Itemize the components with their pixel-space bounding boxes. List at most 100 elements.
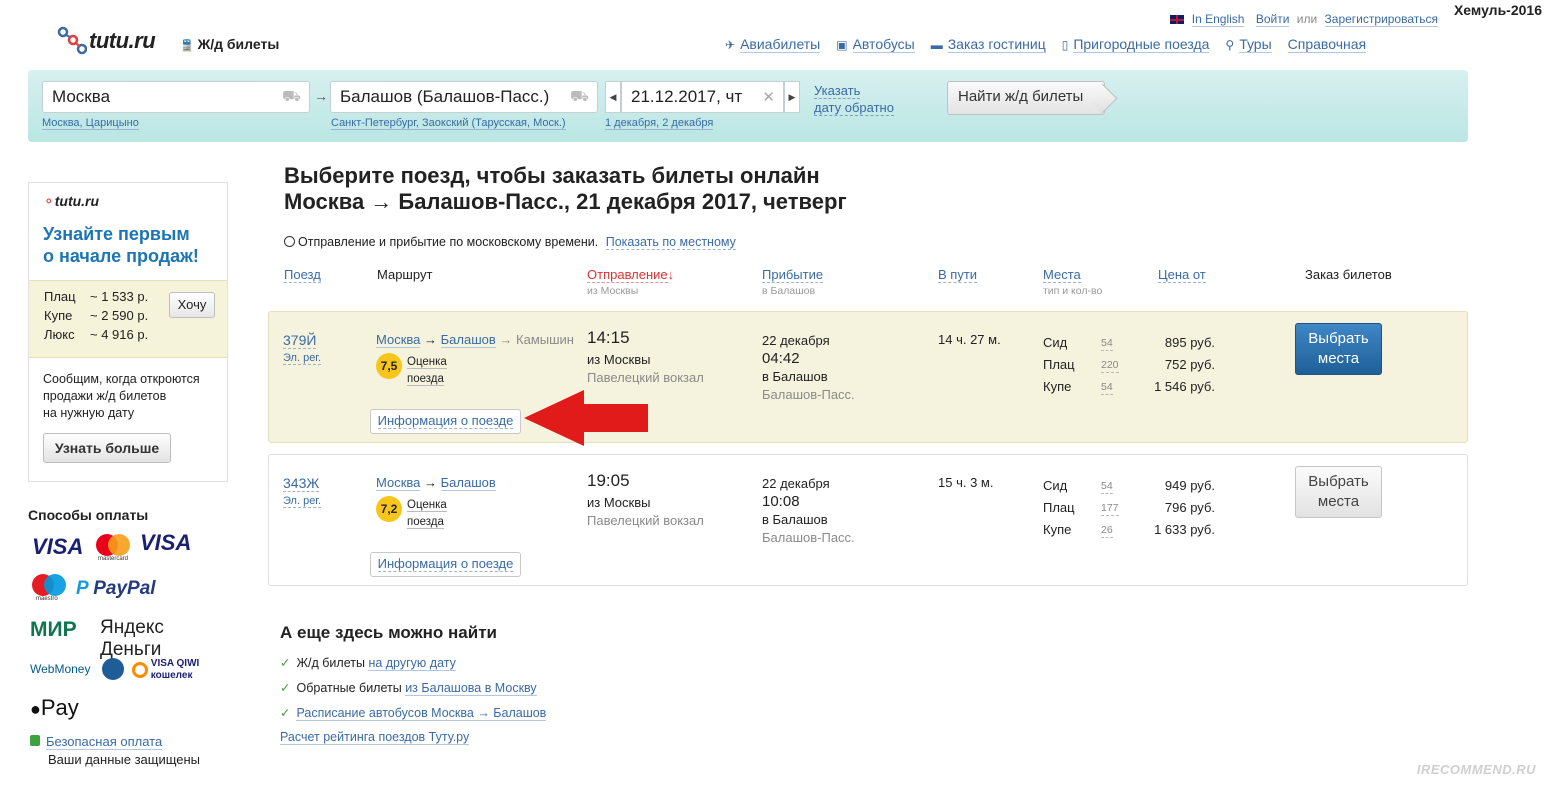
payments-title: Способы оплаты: [28, 507, 149, 523]
next-date-button[interactable]: ▶: [784, 81, 800, 113]
nav-hotels[interactable]: ▬ Заказ гостиниц: [930, 36, 1046, 53]
clear-icon[interactable]: ✕: [762, 88, 775, 106]
promo-logo: ⚬tutu.ru: [43, 193, 100, 209]
search-bar: Москва ⛟ Москва, Царицыно → Балашов (Бал…: [28, 70, 1468, 142]
nav-avia[interactable]: ✈ Авиабилеты: [725, 36, 821, 53]
nav-suburban[interactable]: ▯ Пригородные поезда: [1062, 36, 1210, 53]
col-arrival[interactable]: Прибытие в Балашов: [762, 267, 824, 297]
seat-row: Купе 26: [1043, 522, 1113, 538]
find-tickets-button[interactable]: Найти ж/д билеты: [947, 81, 1105, 115]
train-route: Москва → Балашов → Камышин: [376, 332, 574, 348]
promo-banner: ⚬tutu.ru Узнайте первым о начале продаж! …: [28, 182, 228, 482]
plane-icon: ✈: [725, 38, 736, 52]
more-link[interactable]: из Балашова в Москву: [405, 681, 537, 696]
top-links: In English Войти или Зарегистрироваться: [1166, 12, 1438, 27]
yandex-money-logo: Яндекс Деньги: [100, 617, 164, 660]
promo-price-row: Люкс ~ 4 916 р.: [44, 327, 149, 342]
webmoney-globe-icon: [102, 658, 124, 680]
mastercard-logo: mastercard: [94, 532, 132, 563]
col-departure[interactable]: Отправление↓ из Москвы: [587, 267, 674, 297]
bed-icon: ▬: [930, 38, 943, 52]
train-info-button[interactable]: Информация о поезде: [370, 409, 521, 434]
train-info-button[interactable]: Информация о поезде: [370, 552, 521, 577]
travel-duration: 14 ч. 27 м.: [938, 332, 1001, 347]
rating-badge: 7,5: [376, 353, 402, 379]
seat-row: Сид 54: [1043, 335, 1113, 351]
apple-icon: ●: [30, 699, 41, 719]
nav-bus[interactable]: ▣ Автобусы: [836, 36, 915, 53]
col-duration[interactable]: В пути: [938, 267, 978, 283]
pin-icon: ⚲: [1225, 38, 1235, 52]
or-text: или: [1296, 12, 1318, 26]
col-seats[interactable]: Места тип и кол-во: [1043, 267, 1102, 297]
mir-logo: МИР: [30, 618, 77, 641]
secure-payment-link[interactable]: Безопасная оплата: [46, 734, 163, 750]
return-date-link[interactable]: Указать дату обратно: [814, 82, 894, 116]
seat-row: Сид 54: [1043, 478, 1113, 494]
bus-icon: ▣: [836, 38, 848, 52]
maestro-logo: maestro: [30, 572, 70, 603]
rating-link[interactable]: Оценка поезда: [407, 497, 447, 531]
choose-seats-button[interactable]: Выбрать места: [1295, 323, 1382, 375]
promo-title: Узнайте первым о начале продаж!: [43, 224, 199, 266]
rating-link[interactable]: Оценка поезда: [407, 354, 447, 388]
train-icon: ⛟: [282, 88, 301, 105]
promo-prices: Плац ~ 1 533 р. Купе ~ 2 590 р. Люкс ~ 4 91…: [29, 280, 227, 358]
col-train[interactable]: Поезд: [284, 267, 321, 283]
local-time-link[interactable]: Показать по местному: [605, 235, 736, 250]
qiwi-logo: VISA QIWI кошелек: [132, 658, 212, 682]
english-link[interactable]: In English: [1191, 12, 1245, 27]
promo-price-row: Купе ~ 2 590 р.: [44, 308, 149, 323]
to-input[interactable]: Балашов (Балашов-Пасс.) ⛟: [330, 81, 598, 113]
rating-calc-link[interactable]: Расчет рейтинга поездов Туту.ру: [280, 730, 470, 745]
lock-icon: [30, 735, 40, 746]
train-icon: ⛟: [570, 88, 589, 105]
arrival-info: 22 декабря 04:42 в Балашов Балашов-Пасс.: [762, 333, 855, 402]
logo-text: tutu.ru: [89, 28, 156, 53]
train-card: 379Й Эл. рег. Москва → Балашов → Камышин …: [268, 311, 1468, 443]
date-suggest[interactable]: 1 декабря, 2 декабря: [605, 117, 714, 130]
secure-payment: Безопасная оплата Ваши данные защищены: [30, 733, 200, 769]
col-price[interactable]: Цена от: [1158, 267, 1206, 283]
col-route: Маршрут: [377, 267, 433, 282]
departure-info: 14:15 из Москвы Павелецкий вокзал: [587, 328, 704, 385]
tutu-logo[interactable]: tutu.ru: [57, 26, 156, 56]
promo-text: Сообщим, когда откроются продажи ж/д биле…: [43, 372, 200, 420]
date-input[interactable]: 21.12.2017, чт ✕: [621, 81, 784, 113]
to-suggest[interactable]: Санкт-Петербург, Заокский (Тарусская, Мо…: [331, 117, 566, 130]
top-nav: ✈ Авиабилеты ▣ Автобусы ▬ Заказ гостиниц ▯ П…: [725, 36, 1367, 53]
choose-seats-button[interactable]: Выбрать места: [1295, 466, 1382, 518]
more-link[interactable]: на другую дату: [368, 656, 456, 671]
train-route: Москва → Балашов: [376, 475, 496, 491]
check-icon: ✓: [280, 706, 291, 720]
seat-types: Сид 54 Плац 220 Купе 54: [1043, 332, 1119, 398]
webmoney-logo: WebMoney: [30, 662, 91, 676]
more-link[interactable]: Расписание автобусов Москва → Балашов: [296, 706, 547, 721]
travel-duration: 15 ч. 3 м.: [938, 475, 994, 490]
train-number[interactable]: 343Ж Эл. рег.: [283, 475, 322, 508]
departure-info: 19:05 из Москвы Павелецкий вокзал: [587, 471, 704, 528]
register-link[interactable]: Зарегистрироваться: [1324, 12, 1438, 27]
nav-help[interactable]: Справочная: [1287, 36, 1367, 53]
visa-electron-logo: VISA Electron: [140, 532, 200, 556]
learn-more-button[interactable]: Узнать больше: [43, 433, 171, 463]
prev-date-button[interactable]: ◀: [605, 81, 621, 113]
payment-logos: VISA mastercard VISA Electron maestro P …: [28, 528, 228, 728]
seat-prices: 949 руб. 796 руб. 1 633 руб.: [1154, 478, 1215, 537]
login-link[interactable]: Войти: [1255, 12, 1290, 27]
promo-price-row: Плац ~ 1 533 р.: [44, 289, 149, 304]
author-watermark: Хемуль-2016: [1453, 2, 1542, 18]
nav-tours[interactable]: ⚲ Туры: [1225, 36, 1272, 53]
check-icon: ✓: [280, 681, 291, 695]
arrival-info: 22 декабря 10:08 в Балашов Балашов-Пасс.: [762, 476, 855, 545]
page-title: Выберите поезд, чтобы заказать билеты он…: [284, 163, 847, 214]
want-button[interactable]: Хочу: [169, 292, 215, 318]
train-number[interactable]: 379Й Эл. рег.: [283, 332, 322, 365]
from-suggest[interactable]: Москва, Царицыно: [42, 117, 139, 130]
annotation-arrow: [524, 390, 650, 449]
paypal-logo: P PayPal: [76, 578, 156, 599]
seat-row: Купе 54: [1043, 379, 1113, 395]
from-input[interactable]: Москва ⛟: [42, 81, 310, 113]
more-title: А еще здесь можно найти: [280, 623, 497, 642]
uk-flag-icon: [1170, 15, 1185, 25]
